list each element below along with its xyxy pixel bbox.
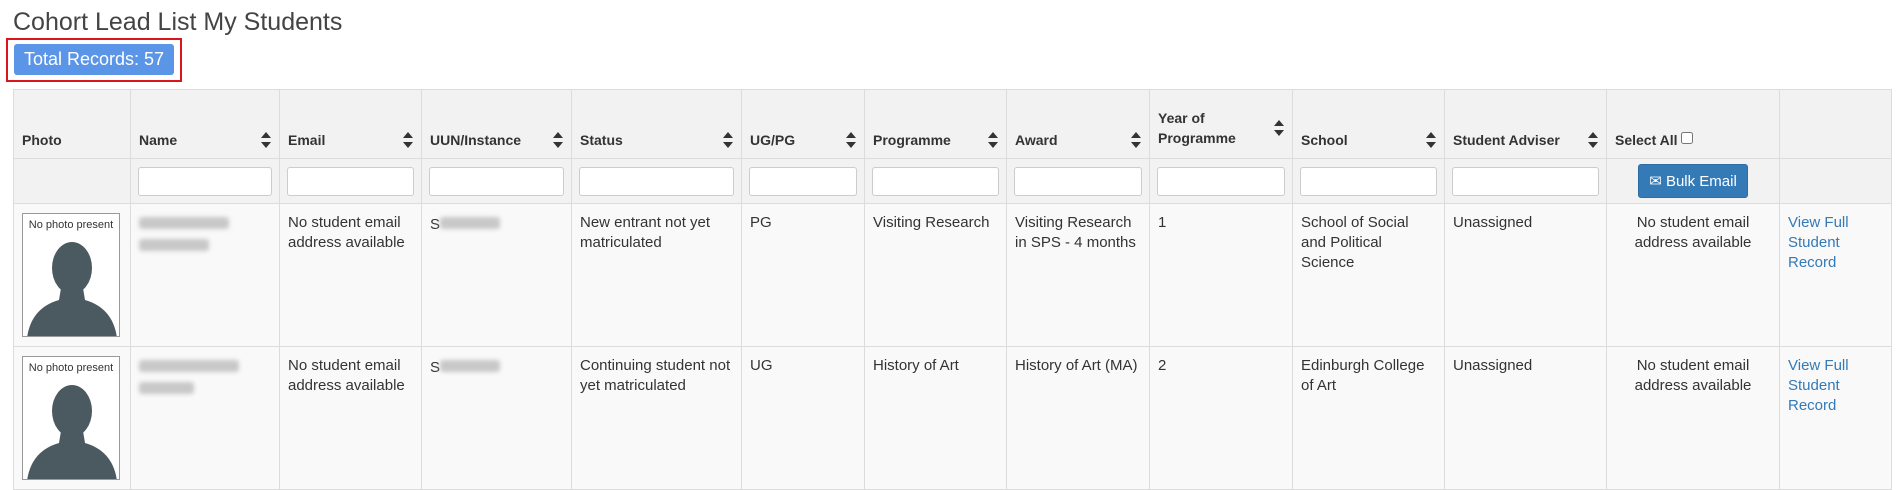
ugpg-cell: PG	[741, 203, 865, 347]
bulk-email-button[interactable]: ✉ Bulk Email	[1638, 164, 1748, 198]
name-cell	[130, 346, 280, 490]
header-programme[interactable]: Programme	[864, 89, 1007, 159]
person-silhouette-icon	[27, 242, 117, 336]
status-cell: Continuing student not yet matriculated	[571, 346, 742, 490]
filter-photo-cell	[13, 158, 131, 204]
total-records-badge: Total Records: 57	[14, 44, 175, 75]
sort-icon[interactable]	[723, 132, 733, 148]
header-actions	[1779, 89, 1892, 159]
student-photo-placeholder: No photo present	[22, 213, 120, 337]
header-status[interactable]: Status	[571, 89, 742, 159]
uun-cell: S	[421, 346, 572, 490]
bulk-status-cell: No student email address available	[1606, 346, 1780, 490]
ugpg-cell: UG	[741, 346, 865, 490]
students-table: Photo Name Email UUN/Instance Status UG/…	[13, 89, 1892, 490]
year-cell: 1	[1149, 203, 1293, 347]
sort-icon[interactable]	[1131, 132, 1141, 148]
redacted-uun	[440, 217, 501, 229]
photo-cell: No photo present	[13, 346, 131, 490]
status-cell: New entrant not yet matriculated	[571, 203, 742, 347]
filter-email-input[interactable]	[287, 166, 414, 196]
name-cell	[130, 203, 280, 347]
select-all-checkbox[interactable]	[1681, 132, 1694, 144]
header-year[interactable]: Year of Programme	[1149, 89, 1293, 159]
award-cell: Visiting Research in SPS - 4 months	[1006, 203, 1150, 347]
sort-icon[interactable]	[553, 132, 563, 148]
sort-icon[interactable]	[988, 132, 998, 148]
sort-icon[interactable]	[261, 132, 271, 148]
email-cell: No student email address available	[279, 203, 422, 347]
filter-name-input[interactable]	[138, 166, 272, 196]
header-adviser[interactable]: Student Adviser	[1444, 89, 1607, 159]
action-cell: View Full Student Record	[1779, 203, 1892, 347]
sort-icon[interactable]	[846, 132, 856, 148]
programme-cell: Visiting Research	[864, 203, 1007, 347]
filter-status-input[interactable]	[579, 166, 734, 196]
person-silhouette-icon	[27, 385, 117, 479]
school-cell: School of Social and Political Science	[1292, 203, 1445, 347]
header-ugpg[interactable]: UG/PG	[741, 89, 865, 159]
award-cell: History of Art (MA)	[1006, 346, 1150, 490]
year-cell: 2	[1149, 346, 1293, 490]
photo-cell: No photo present	[13, 203, 131, 347]
student-photo-placeholder: No photo present	[22, 356, 120, 480]
filter-adviser-input[interactable]	[1452, 166, 1599, 196]
sort-icon[interactable]	[1588, 132, 1598, 148]
sort-icon[interactable]	[1274, 120, 1284, 136]
redacted-uun	[440, 360, 501, 372]
uun-cell: S	[421, 203, 572, 347]
header-name[interactable]: Name	[130, 89, 280, 159]
header-uun[interactable]: UUN/Instance	[421, 89, 572, 159]
filter-uun-input[interactable]	[429, 166, 564, 196]
header-select-all: Select All	[1606, 89, 1780, 159]
header-email[interactable]: Email	[279, 89, 422, 159]
view-full-record-link[interactable]: View Full Student Record	[1788, 357, 1849, 414]
programme-cell: History of Art	[864, 346, 1007, 490]
action-cell: View Full Student Record	[1779, 346, 1892, 490]
redacted-name	[139, 360, 239, 372]
adviser-cell: Unassigned	[1444, 346, 1607, 490]
email-cell: No student email address available	[279, 346, 422, 490]
sort-icon[interactable]	[1426, 132, 1436, 148]
bulk-status-cell: No student email address available	[1606, 203, 1780, 347]
filter-year-input[interactable]	[1157, 166, 1285, 196]
adviser-cell: Unassigned	[1444, 203, 1607, 347]
header-photo: Photo	[13, 89, 131, 159]
table-row: No photo present No student email addres…	[13, 346, 1892, 490]
filter-school-input[interactable]	[1300, 166, 1437, 196]
redacted-name	[139, 382, 194, 394]
filter-actions-cell	[1779, 158, 1892, 204]
envelope-icon: ✉	[1649, 173, 1662, 190]
school-cell: Edinburgh College of Art	[1292, 346, 1445, 490]
header-school[interactable]: School	[1292, 89, 1445, 159]
header-award[interactable]: Award	[1006, 89, 1150, 159]
filter-ugpg-input[interactable]	[749, 166, 857, 196]
redacted-name	[139, 239, 209, 251]
filter-programme-input[interactable]	[872, 166, 999, 196]
filter-award-input[interactable]	[1014, 166, 1142, 196]
sort-icon[interactable]	[403, 132, 413, 148]
redacted-name	[139, 217, 229, 229]
view-full-record-link[interactable]: View Full Student Record	[1788, 214, 1849, 271]
table-row: No photo present No student email addres…	[13, 203, 1892, 347]
page-title: Cohort Lead List My Students	[13, 8, 343, 36]
